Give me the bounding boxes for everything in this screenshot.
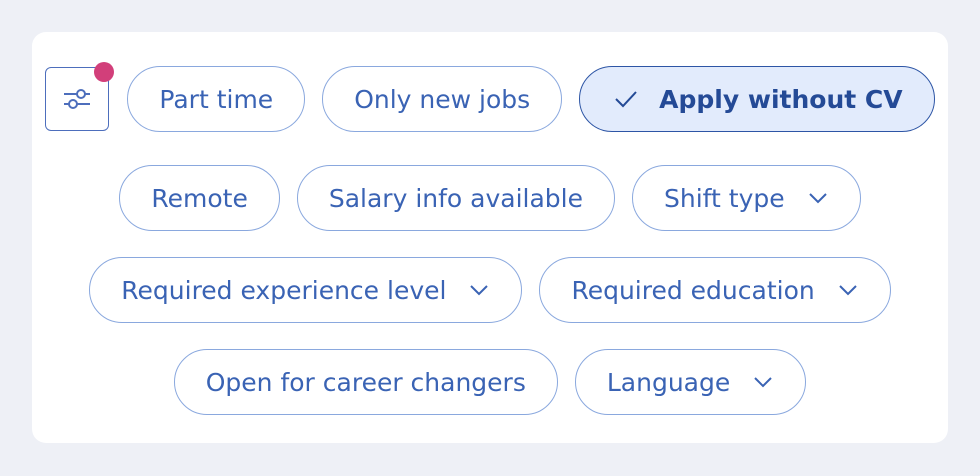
chip-label: Shift type [664, 183, 785, 213]
chip-label: Required experience level [121, 275, 447, 305]
chip-career-changers[interactable]: Open for career changers [173, 349, 558, 415]
chip-label: Remote [151, 183, 248, 213]
dropdown-experience-level[interactable]: Required experience level [89, 257, 523, 323]
filter-row-3: Required experience level Required educa… [0, 257, 980, 323]
chip-label: Salary info available [328, 183, 583, 213]
chevron-down-icon [807, 191, 829, 205]
dropdown-language[interactable]: Language [574, 349, 807, 415]
active-filter-indicator [94, 62, 115, 82]
filter-settings-button[interactable] [45, 62, 115, 131]
chip-part-time[interactable]: Part time [127, 66, 306, 132]
check-icon [613, 89, 639, 109]
sliders-icon [62, 86, 92, 112]
chip-salary-info[interactable]: Salary info available [296, 165, 615, 231]
chip-label: Language [606, 367, 731, 397]
dropdown-education[interactable]: Required education [539, 257, 891, 323]
chip-label: Apply without CV [659, 84, 903, 114]
chip-label: Only new jobs [354, 84, 531, 114]
filter-row-4: Open for career changers Language [0, 349, 980, 415]
chip-apply-without-cv[interactable]: Apply without CV [579, 66, 935, 132]
chip-remote[interactable]: Remote [119, 165, 280, 231]
chevron-down-icon [468, 283, 490, 297]
chip-label: Open for career changers [205, 367, 526, 397]
chevron-down-icon [752, 375, 774, 389]
chip-only-new-jobs[interactable]: Only new jobs [322, 66, 563, 132]
chip-label: Required education [571, 275, 815, 305]
chip-label: Part time [159, 84, 274, 114]
filter-row-1: Part time Only new jobs Apply without CV [0, 62, 980, 132]
dropdown-shift-type[interactable]: Shift type [632, 165, 861, 231]
filter-row-2: Remote Salary info available Shift type [0, 165, 980, 231]
chevron-down-icon [837, 283, 859, 297]
